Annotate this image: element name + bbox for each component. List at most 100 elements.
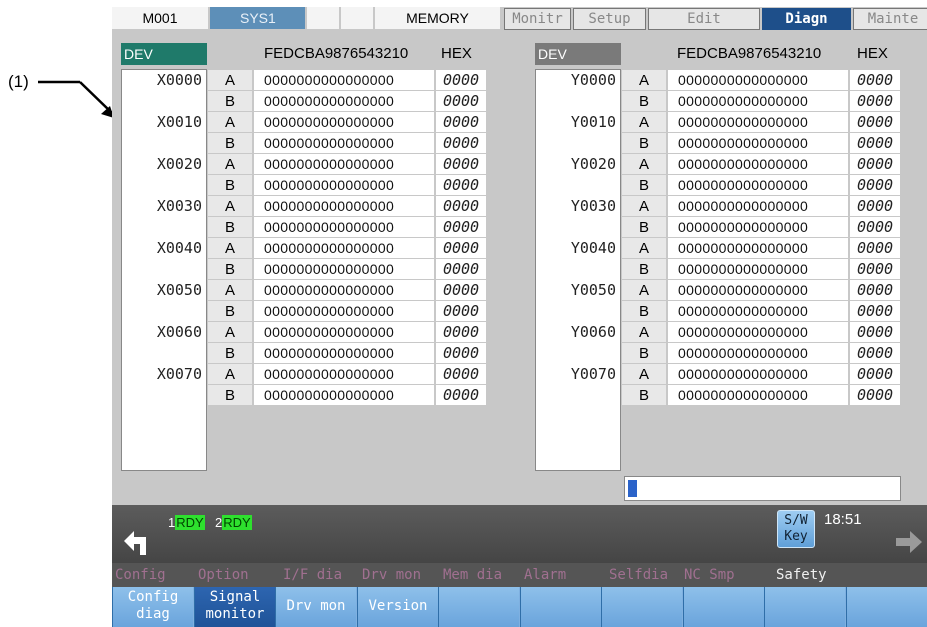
hex-value: 0000 (850, 301, 900, 321)
tab-diagn[interactable]: Diagn (762, 8, 851, 30)
tab-mainte[interactable]: Mainte (853, 8, 927, 30)
menu-selfdia[interactable]: Selfdia (609, 563, 668, 587)
softkey-2[interactable]: Signal monitor (194, 587, 276, 627)
softkey-9[interactable] (764, 587, 846, 627)
device-address (122, 217, 206, 237)
sw-key-button[interactable]: S/W Key (777, 510, 815, 548)
bits-header-left: FEDCBA9876543210 (264, 45, 409, 62)
device-address: Y0030 (570, 197, 616, 215)
ab-label: B (208, 301, 252, 321)
device-address: Y0070 (570, 365, 616, 383)
menu-safety[interactable]: Safety (776, 563, 827, 587)
softkey-10[interactable] (846, 587, 927, 627)
softkey-7[interactable] (601, 587, 683, 627)
hex-value: 0000 (436, 175, 486, 195)
softkey-6[interactable] (520, 587, 602, 627)
softkey-label-line1: Config (127, 589, 179, 605)
ab-label: A (208, 196, 252, 216)
ab-label: A (208, 238, 252, 258)
ab-label: A (208, 280, 252, 300)
sw-key-line2: Key (784, 529, 808, 544)
device-address (122, 343, 206, 363)
bit-pattern: 0000000000000000 (668, 301, 848, 321)
hex-value: 0000 (436, 364, 486, 384)
bit-pattern: 0000000000000000 (668, 343, 848, 363)
device-address (122, 91, 206, 111)
bit-pattern: 0000000000000000 (254, 322, 434, 342)
hex-value: 0000 (436, 301, 486, 321)
hex-value: 0000 (850, 343, 900, 363)
ab-label: B (622, 133, 666, 153)
device-address (122, 175, 206, 195)
hex-value: 0000 (850, 238, 900, 258)
device-address: X0020 (156, 155, 202, 173)
bit-pattern: 0000000000000000 (668, 259, 848, 279)
hex-value: 0000 (436, 91, 486, 111)
ab-label: B (622, 175, 666, 195)
ab-label: B (208, 175, 252, 195)
bit-pattern: 0000000000000000 (254, 385, 434, 405)
system2-ready-badge: RDY (222, 515, 252, 530)
device-address: X0070 (156, 365, 202, 383)
softkey-5[interactable] (438, 587, 520, 627)
softkey-3[interactable]: Drv mon (275, 587, 357, 627)
bit-pattern: 0000000000000000 (254, 238, 434, 258)
ab-label: B (622, 343, 666, 363)
device-address: Y0060 (570, 323, 616, 341)
hex-value: 0000 (850, 385, 900, 405)
menu-config[interactable]: Config (115, 563, 166, 587)
hex-value: 0000 (436, 112, 486, 132)
bit-pattern: 0000000000000000 (254, 364, 434, 384)
bit-pattern: 0000000000000000 (668, 364, 848, 384)
bit-pattern: 0000000000000000 (668, 322, 848, 342)
tab-edit[interactable]: Edit (648, 8, 760, 30)
ab-label: B (622, 259, 666, 279)
input-cursor (628, 480, 637, 497)
dev-header-right: DEV (535, 43, 621, 65)
hex-value: 0000 (436, 385, 486, 405)
bit-pattern: 0000000000000000 (254, 112, 434, 132)
ab-label: B (622, 385, 666, 405)
menu-option[interactable]: Option (198, 563, 249, 587)
tab-setup[interactable]: Setup (573, 8, 646, 30)
hex-value: 0000 (850, 259, 900, 279)
device-address: Y0020 (570, 155, 616, 173)
bit-pattern: 0000000000000000 (668, 238, 848, 258)
ab-label: A (622, 238, 666, 258)
input-field[interactable] (624, 476, 901, 501)
softkey-1[interactable]: Config diag (112, 587, 194, 627)
tab-monitor[interactable]: Monitr (504, 8, 571, 30)
forward-arrow-icon[interactable] (894, 529, 924, 555)
device-address: X0030 (156, 197, 202, 215)
device-address: X0000 (156, 71, 202, 89)
softkey-8[interactable] (683, 587, 765, 627)
bit-pattern: 0000000000000000 (254, 91, 434, 111)
menu-if-dia[interactable]: I/F dia (283, 563, 342, 587)
hex-value: 0000 (436, 154, 486, 174)
ab-label: A (622, 364, 666, 384)
hex-value: 0000 (436, 196, 486, 216)
bit-pattern: 0000000000000000 (254, 70, 434, 90)
hex-value: 0000 (850, 196, 900, 216)
bit-pattern: 0000000000000000 (668, 133, 848, 153)
hex-value: 0000 (436, 133, 486, 153)
device-address: Y0000 (570, 71, 616, 89)
bit-pattern: 0000000000000000 (668, 217, 848, 237)
hex-value: 0000 (850, 91, 900, 111)
device-address: X0060 (156, 323, 202, 341)
hex-value: 0000 (850, 217, 900, 237)
bit-pattern: 0000000000000000 (668, 154, 848, 174)
hex-value: 0000 (850, 154, 900, 174)
device-address (536, 91, 620, 111)
menu-mem-dia[interactable]: Mem dia (443, 563, 502, 587)
ab-label: B (208, 385, 252, 405)
menu-drv-mon[interactable]: Drv mon (362, 563, 421, 587)
device-address: X0050 (156, 281, 202, 299)
back-arrow-icon[interactable] (120, 527, 150, 557)
menu-alarm[interactable]: Alarm (524, 563, 566, 587)
ab-label: B (208, 133, 252, 153)
bit-pattern: 0000000000000000 (254, 343, 434, 363)
header-blank-1 (307, 7, 341, 29)
softkey-4[interactable]: Version (357, 587, 439, 627)
menu-nc-smp[interactable]: NC Smp (684, 563, 735, 587)
